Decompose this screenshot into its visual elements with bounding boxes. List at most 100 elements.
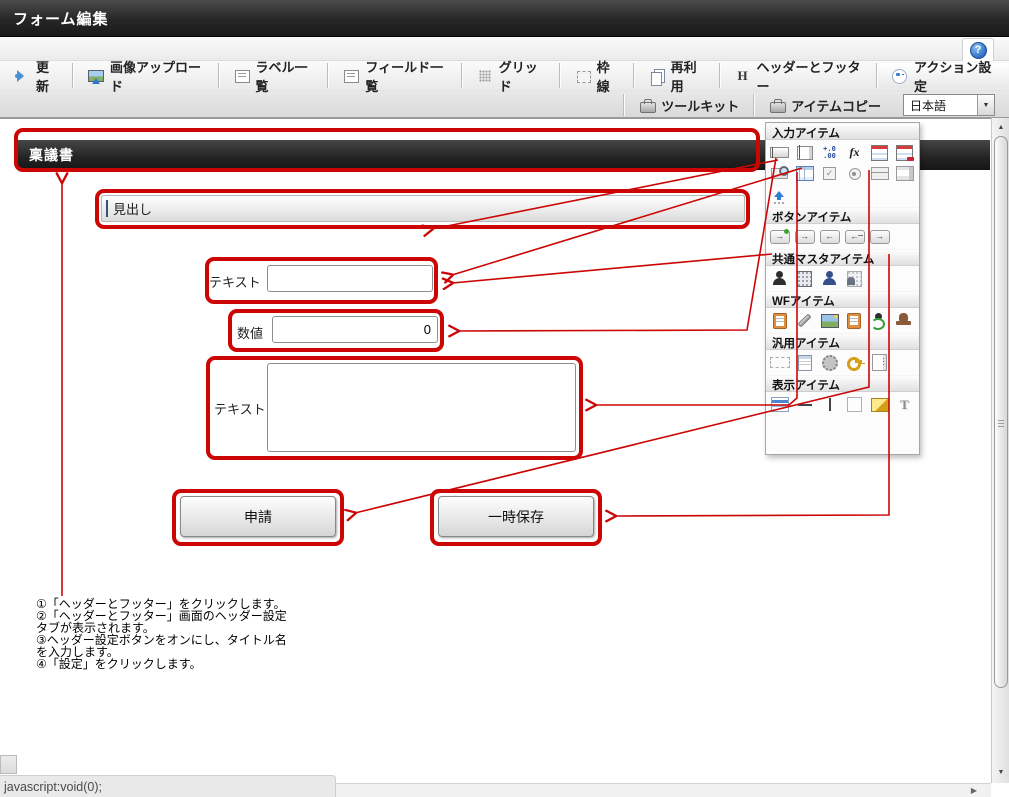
temporary-save-button[interactable]: 一時保存 [438, 496, 594, 537]
border-icon [575, 68, 591, 84]
toolbar-row2-button-1[interactable]: アイテムコピー [755, 92, 895, 118]
org-master-icon[interactable] [792, 268, 817, 289]
form-editor-window: フォーム編集 ? 更新 画像アップロード ラベル一覧 フィールド一覧 グリッド 枠線 再利用… [0, 0, 1009, 797]
org-select-icon[interactable] [842, 268, 867, 289]
palette-section-title: 表示アイテム [766, 375, 919, 392]
toolbar-button-3[interactable]: フィールド一覧 [329, 60, 460, 94]
number-field-input[interactable] [272, 316, 438, 343]
refresh-icon [14, 68, 30, 84]
select-list-icon[interactable] [892, 163, 917, 184]
scroll-up-icon[interactable]: ▲ [993, 119, 1009, 135]
toolbar-button-2[interactable]: ラベル一覧 [220, 60, 328, 94]
textarea-field-input[interactable] [267, 363, 576, 452]
spacer-icon[interactable] [767, 352, 792, 373]
grid-icon [477, 68, 493, 84]
table-item-icon[interactable] [792, 163, 817, 184]
item-palette: 入力アイテムボタンアイテム共通マスタアイテム WFアイテム汎用アイテム表示アイテム [765, 122, 920, 455]
h-icon [735, 68, 751, 84]
toolbar-button-6[interactable]: 再利用 [635, 60, 719, 94]
vertical-scrollbar[interactable]: ▲ ▼ [991, 118, 1009, 783]
vline-icon[interactable] [817, 394, 842, 415]
vertical-scrollbar-thumb[interactable] [994, 136, 1008, 688]
text-input-icon[interactable] [767, 142, 792, 163]
palette-section-title: 共通マスタアイテム [766, 249, 919, 266]
history-icon[interactable] [841, 310, 866, 331]
h-scroll-left-button[interactable] [0, 755, 17, 774]
heading-field[interactable]: 見出し [101, 195, 745, 222]
toolbar-row2-items: ツールキット アイテムコピー 日本語 ▼ [0, 92, 1009, 118]
button-pullback-icon[interactable] [842, 226, 867, 247]
chevron-down-icon[interactable]: ▼ [977, 95, 994, 115]
scroll-down-icon[interactable]: ▼ [993, 764, 1009, 780]
document-info-icon[interactable] [767, 310, 792, 331]
instruction-steps: ①「ヘッダーとフッター」をクリックします。 ②「ヘッダーとフッター」画面のヘッダー… [36, 598, 287, 670]
image-wf-icon[interactable] [817, 310, 842, 331]
function-item-icon[interactable] [842, 142, 867, 163]
button-forward-icon[interactable] [792, 226, 817, 247]
toolbar-button-8[interactable]: アクション設定 [877, 60, 1009, 94]
window-titlebar: フォーム編集 [0, 0, 1009, 37]
toolbar-row2-button-0[interactable]: ツールキット [625, 92, 753, 118]
toolbar-button-label: グリッド [498, 59, 538, 94]
text-display-icon[interactable] [892, 394, 917, 415]
list-rows-icon[interactable] [867, 163, 892, 184]
auth-key-icon[interactable] [842, 352, 867, 373]
palette-section-items [766, 224, 919, 249]
toolbar-button-label: 再利用 [670, 59, 697, 94]
toolkit-icon [639, 97, 657, 113]
palette-section-title: 汎用アイテム [766, 333, 919, 350]
date-item-icon[interactable] [867, 142, 892, 163]
checkbox-item-icon[interactable] [817, 163, 842, 184]
page-title: フォーム編集 [13, 11, 109, 28]
number-item-icon[interactable] [817, 142, 842, 163]
submit-button[interactable]: 申請 [180, 496, 336, 537]
toolbar-button-label: 画像アップロード [110, 59, 202, 94]
instruction-step-line: ④「設定」をクリックします。 [36, 657, 202, 671]
user-select-icon[interactable] [817, 268, 842, 289]
heading-item-icon[interactable] [767, 394, 792, 415]
toolbar-button-5[interactable]: 枠線 [561, 60, 633, 94]
toolbar-button-label: 枠線 [596, 59, 610, 94]
attachment-icon[interactable] [792, 310, 817, 331]
toolbar-button-label: ヘッダーとフッター [756, 59, 861, 94]
toolbar-button-4[interactable]: グリッド [463, 60, 559, 94]
rich-text-icon[interactable] [792, 352, 817, 373]
hline-icon[interactable] [792, 394, 817, 415]
text-caret [106, 200, 108, 217]
language-select[interactable]: 日本語 ▼ [903, 94, 995, 116]
search-input-icon[interactable] [767, 163, 792, 184]
action-icon [891, 68, 908, 84]
palette-section-title: ボタンアイテム [766, 207, 919, 224]
file-upload-icon[interactable] [767, 184, 792, 205]
palette-section-items [766, 308, 919, 333]
date-period-item-icon[interactable] [892, 142, 917, 163]
button-send-icon[interactable] [867, 226, 892, 247]
language-select-value: 日本語 [910, 98, 947, 113]
toolbar-button-label: アイテムコピー [791, 98, 881, 114]
image-display-icon[interactable] [867, 394, 892, 415]
user-master-icon[interactable] [767, 268, 792, 289]
scroll-right-icon[interactable]: ▶ [971, 786, 977, 795]
route-change-icon[interactable] [866, 310, 891, 331]
toolbar-row1-items: 更新 画像アップロード ラベル一覧 フィールド一覧 グリッド 枠線 再利用 ヘッダーとフッター… [0, 60, 1009, 94]
box-item-icon[interactable] [842, 394, 867, 415]
palette-section-items [766, 350, 919, 375]
palette-section-title: WFアイテム [766, 291, 919, 308]
button-approve-icon[interactable] [767, 226, 792, 247]
button-back-icon[interactable] [817, 226, 842, 247]
textarea-field-label: テキスト [214, 402, 266, 417]
status-link-text: javascript:void(0); [4, 779, 102, 794]
radio-item-icon[interactable] [842, 163, 867, 184]
panel-item-icon[interactable] [867, 352, 892, 373]
number-field-label: 数値 [237, 326, 264, 341]
stamp-icon[interactable] [891, 310, 916, 331]
text-field-label: テキスト [209, 275, 261, 290]
thumb-grip [998, 420, 1004, 427]
toolbar-button-0[interactable]: 更新 [0, 60, 72, 94]
text-field-input[interactable] [267, 265, 433, 292]
toolbar-button-1[interactable]: 画像アップロード [74, 60, 218, 94]
gear-item-icon[interactable] [817, 352, 842, 373]
textarea-item-icon[interactable] [792, 142, 817, 163]
toolbar-button-7[interactable]: ヘッダーとフッター [721, 60, 876, 94]
palette-section-items [766, 266, 919, 291]
